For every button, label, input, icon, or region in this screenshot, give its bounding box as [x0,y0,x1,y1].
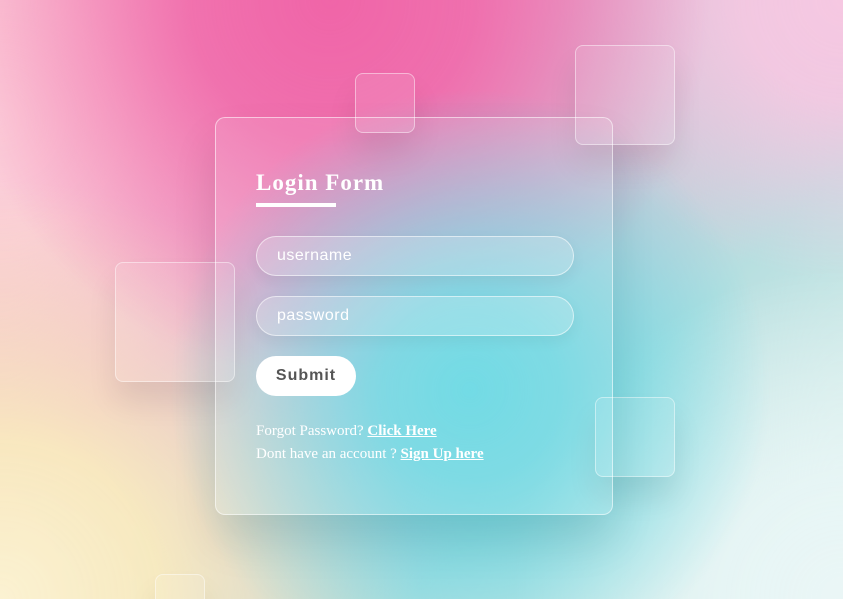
forgot-password-row: Forgot Password? Click Here [256,420,572,443]
submit-button[interactable]: Submit [256,356,356,396]
title-underline [256,203,336,207]
form-links: Forgot Password? Click Here Dont have an… [256,420,572,466]
signup-text: Dont have an account ? [256,446,401,462]
forgot-password-text: Forgot Password? [256,423,368,439]
signup-row: Dont have an account ? Sign Up here [256,443,572,466]
username-input[interactable] [256,236,574,276]
form-title: Login Form [256,170,385,195]
decorative-glass-square [155,574,205,599]
password-input[interactable] [256,296,574,336]
signup-link[interactable]: Sign Up here [401,446,484,462]
login-form-card: Login Form Submit Forgot Password? Click… [215,117,613,515]
forgot-password-link[interactable]: Click Here [367,423,436,439]
